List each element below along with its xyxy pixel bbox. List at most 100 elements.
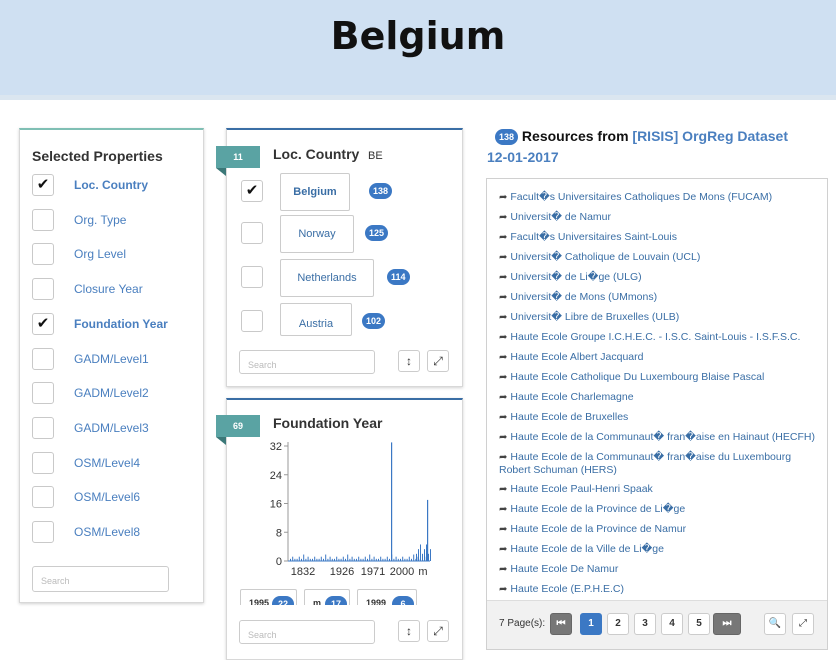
histogram-bar bbox=[327, 558, 329, 561]
country-value-checkbox[interactable]: ✔ bbox=[241, 180, 263, 202]
histogram-bar bbox=[418, 549, 419, 561]
expand-icon[interactable]: ⤢ bbox=[427, 620, 449, 642]
x-axis-tick-label: 1926 bbox=[330, 566, 354, 578]
country-value-button[interactable]: Austria bbox=[280, 303, 352, 336]
expand-icon[interactable]: ⤢ bbox=[427, 350, 449, 372]
resource-list-item[interactable]: ➦ Facult�s Universitaires Saint-Louis bbox=[499, 231, 821, 245]
country-value-button[interactable]: Netherlands bbox=[280, 259, 374, 297]
property-checkbox[interactable] bbox=[32, 416, 54, 439]
property-checkbox[interactable] bbox=[32, 347, 54, 370]
first-page-icon[interactable]: ⏮ bbox=[550, 613, 572, 635]
resources-date[interactable]: 12-01-2017 bbox=[487, 149, 559, 165]
resources-title: Resources from bbox=[521, 128, 629, 144]
link-icon: ➦ bbox=[499, 484, 508, 496]
histogram-bar bbox=[349, 558, 351, 561]
resource-list-item[interactable]: ➦ Haute Ecole de la Province de Namur bbox=[499, 523, 821, 537]
property-label[interactable]: Loc. Country bbox=[74, 178, 148, 192]
resources-source-link[interactable]: [RISIS] OrgReg Dataset bbox=[632, 128, 788, 144]
histogram-bar bbox=[375, 558, 377, 561]
page-button[interactable]: 3 bbox=[634, 613, 656, 635]
foundation-value-button[interactable]: m 17 bbox=[304, 589, 350, 605]
property-label[interactable]: Org Level bbox=[74, 247, 126, 261]
resource-list-item[interactable]: ➦ Haute Ecole de Bruxelles bbox=[499, 411, 821, 425]
resource-list-item[interactable]: ➦ Universit� de Li�ge (ULG) bbox=[499, 271, 821, 285]
foundation-value-count-badge: 6 bbox=[392, 596, 414, 605]
property-label[interactable]: OSM/Level4 bbox=[74, 456, 140, 470]
property-label[interactable]: OSM/Level8 bbox=[74, 525, 140, 539]
link-icon: ➦ bbox=[499, 451, 508, 463]
resource-list-item[interactable]: ➦ Haute Ecole Catholique Du Luxembourg Bl… bbox=[499, 371, 821, 385]
sort-icon[interactable]: ↕ bbox=[398, 350, 420, 372]
resource-list-item[interactable]: ➦ Haute Ecole (E.P.H.E.C) bbox=[499, 583, 821, 597]
property-label[interactable]: OSM/Level6 bbox=[74, 490, 140, 504]
property-label[interactable]: Org. Type bbox=[74, 213, 126, 227]
resource-label: Universit� Catholique de Louvain (UCL) bbox=[510, 250, 701, 263]
page-button[interactable]: 5 bbox=[688, 613, 710, 635]
resource-list-item[interactable]: ➦ Haute Ecole De Namur bbox=[499, 563, 821, 577]
page-button[interactable]: 4 bbox=[661, 613, 683, 635]
property-label[interactable]: Foundation Year bbox=[74, 317, 168, 331]
country-value-checkbox[interactable] bbox=[241, 266, 263, 288]
page-button[interactable]: 1 bbox=[580, 613, 602, 635]
resource-list-item[interactable]: ➦ Haute Ecole Groupe I.C.H.E.C. - I.S.C. … bbox=[499, 331, 821, 345]
histogram-bar bbox=[362, 558, 364, 561]
country-value-button[interactable]: Norway bbox=[280, 215, 354, 253]
page-button[interactable]: 2 bbox=[607, 613, 629, 635]
resources-count-badge: 138 bbox=[495, 129, 519, 145]
properties-search-input[interactable]: Search bbox=[32, 566, 169, 592]
search-icon[interactable]: 🔍 bbox=[764, 613, 786, 635]
resource-list-item[interactable]: ➦ Haute Ecole de la Province de Li�ge bbox=[499, 503, 821, 517]
resource-label: Universit� de Li�ge (ULG) bbox=[510, 270, 642, 283]
property-checkbox[interactable] bbox=[32, 243, 54, 266]
resource-list-item[interactable]: ➦ Haute Ecole de la Ville de Li�ge bbox=[499, 543, 821, 557]
histogram-bar bbox=[371, 558, 373, 561]
foundation-search-input[interactable]: Search bbox=[239, 620, 375, 644]
property-checkbox[interactable]: ✔ bbox=[32, 174, 54, 196]
resource-label: Haute Ecole Groupe I.C.H.E.C. - I.S.C. S… bbox=[510, 330, 801, 343]
last-page-icon[interactable]: ⏭ bbox=[713, 613, 741, 635]
histogram-bar bbox=[404, 558, 406, 561]
histogram-bar bbox=[290, 558, 291, 561]
property-checkbox[interactable] bbox=[32, 486, 54, 509]
sort-icon[interactable]: ↕ bbox=[398, 620, 420, 642]
property-label[interactable]: Closure Year bbox=[74, 282, 143, 296]
histogram-bar bbox=[292, 556, 294, 561]
country-count-ribbon: 11 bbox=[216, 146, 260, 176]
resource-list-item[interactable]: ➦ Facult�s Universitaires Catholiques De … bbox=[499, 191, 821, 205]
property-checkbox[interactable]: ✔ bbox=[32, 312, 54, 335]
resource-list-item[interactable]: ➦ Haute Ecole Paul-Henri Spaak bbox=[499, 483, 821, 497]
resource-list-item[interactable]: ➦ Universit� de Mons (UMmons) bbox=[499, 291, 821, 305]
property-label[interactable]: GADM/Level2 bbox=[74, 386, 149, 400]
resource-list-item[interactable]: ➦ Haute Ecole Albert Jacquard bbox=[499, 351, 821, 365]
country-search-input[interactable]: Search bbox=[239, 350, 375, 374]
foundation-year-histogram[interactable]: 0 8 16 24 32 1832 1926 1971 2000 m bbox=[240, 434, 450, 584]
histogram-bar bbox=[338, 558, 340, 561]
property-checkbox[interactable] bbox=[32, 208, 54, 231]
property-checkbox[interactable] bbox=[32, 278, 54, 301]
country-value-checkbox[interactable] bbox=[241, 310, 263, 332]
resource-list-item[interactable]: ➦ Universit� Catholique de Louvain (UCL) bbox=[499, 251, 821, 265]
country-value-checkbox[interactable] bbox=[241, 222, 263, 244]
country-value-count-badge: 138 bbox=[369, 183, 393, 199]
resource-list-item[interactable]: ➦ Haute Ecole Charlemagne bbox=[499, 391, 821, 405]
resource-list-item[interactable]: ➦ Haute Ecole de la Communaut� fran�aise … bbox=[499, 451, 821, 477]
resource-list-item[interactable]: ➦ Universit� de Namur bbox=[499, 211, 821, 225]
country-value-button[interactable]: Belgium bbox=[280, 173, 350, 211]
resource-list-item[interactable]: ➦ Haute Ecole de la Communaut� fran�aise … bbox=[499, 431, 821, 445]
property-label[interactable]: GADM/Level3 bbox=[74, 421, 149, 435]
foundation-value-button[interactable]: 1995 22 bbox=[240, 589, 297, 605]
property-checkbox[interactable] bbox=[32, 521, 54, 543]
country-facet-card bbox=[226, 128, 463, 387]
property-checkbox[interactable] bbox=[32, 451, 54, 474]
histogram-bar bbox=[309, 558, 311, 561]
histogram-bar bbox=[353, 558, 355, 561]
foundation-value-button[interactable]: 1999 6 bbox=[357, 589, 417, 605]
link-icon: ➦ bbox=[499, 311, 508, 323]
country-value-count-badge: 114 bbox=[387, 269, 410, 285]
foundation-value-count-badge: 17 bbox=[325, 596, 347, 605]
expand-icon[interactable]: ⤢ bbox=[792, 613, 814, 635]
resource-list-item[interactable]: ➦ Universit� Libre de Bruxelles (ULB) bbox=[499, 311, 821, 325]
property-checkbox[interactable] bbox=[32, 382, 54, 405]
histogram-bar bbox=[340, 558, 342, 561]
property-label[interactable]: GADM/Level1 bbox=[74, 352, 149, 366]
